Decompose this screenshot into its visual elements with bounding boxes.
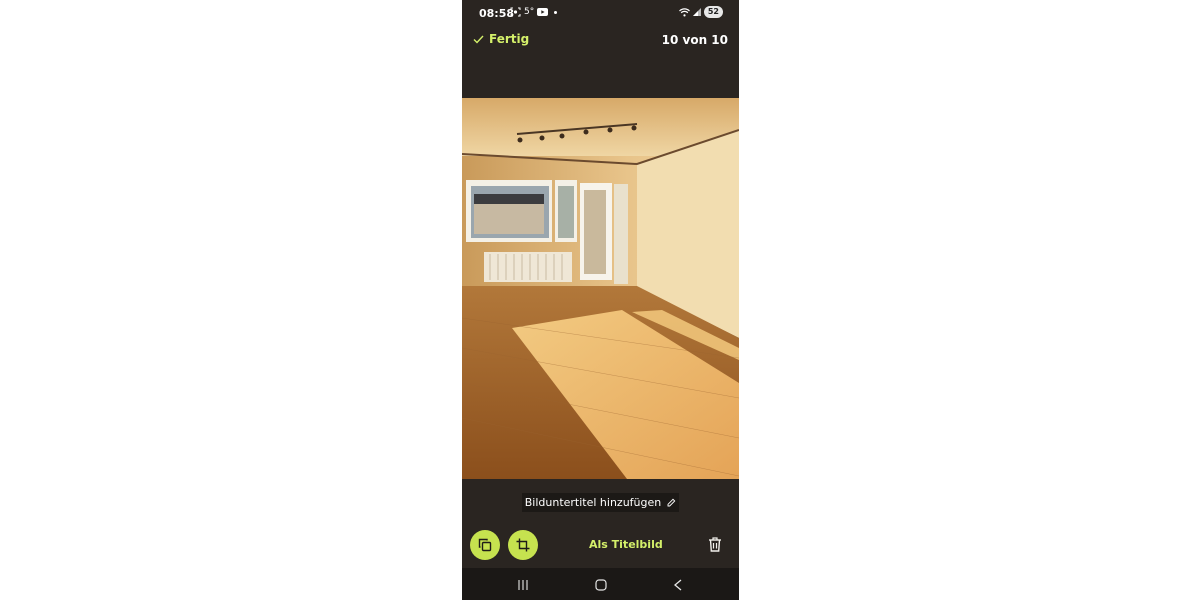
pencil-icon [667, 498, 676, 507]
copy-icon [478, 538, 492, 552]
temperature-text: 5° [524, 7, 535, 17]
done-button[interactable]: Fertig [473, 32, 529, 46]
room-photo-image [462, 98, 739, 479]
phone-screen: 08:58 5° 52 Fertig 10 von 10 Bildunterti… [462, 0, 739, 600]
status-icons-right: 52 [678, 6, 723, 18]
system-navigation-bar [462, 568, 739, 600]
trash-icon [709, 537, 721, 552]
delete-button[interactable] [708, 537, 722, 556]
back-icon [673, 579, 682, 591]
wifi-icon [678, 7, 690, 16]
battery-icon: 52 [703, 6, 723, 18]
copy-button[interactable] [470, 530, 500, 560]
add-caption-button[interactable]: Bilduntertitel hinzufügen [522, 493, 679, 512]
back-button[interactable] [673, 576, 683, 595]
youtube-icon [537, 8, 549, 16]
crop-icon [516, 538, 530, 552]
recent-apps-button[interactable] [517, 576, 529, 595]
signal-icon [692, 8, 701, 16]
status-time: 08:58 [479, 7, 515, 20]
status-bar: 08:58 5° 52 [462, 0, 739, 28]
home-button[interactable] [595, 576, 607, 595]
caption-label: Bilduntertitel hinzufügen [524, 496, 662, 509]
screenshot-icon [510, 7, 521, 17]
crop-button[interactable] [508, 530, 538, 560]
apartment-photo[interactable] [462, 98, 739, 479]
image-counter: 10 von 10 [661, 33, 728, 47]
done-label: Fertig [489, 32, 530, 46]
top-bar: Fertig 10 von 10 [462, 28, 739, 54]
checkmark-icon [473, 35, 484, 44]
photo-actions: Als Titelbild [462, 528, 739, 562]
recent-apps-icon [518, 580, 528, 590]
set-cover-button[interactable]: Als Titelbild [589, 538, 663, 551]
status-icons-left: 5° [510, 7, 558, 17]
home-icon [595, 579, 607, 591]
dot-icon [554, 10, 558, 14]
